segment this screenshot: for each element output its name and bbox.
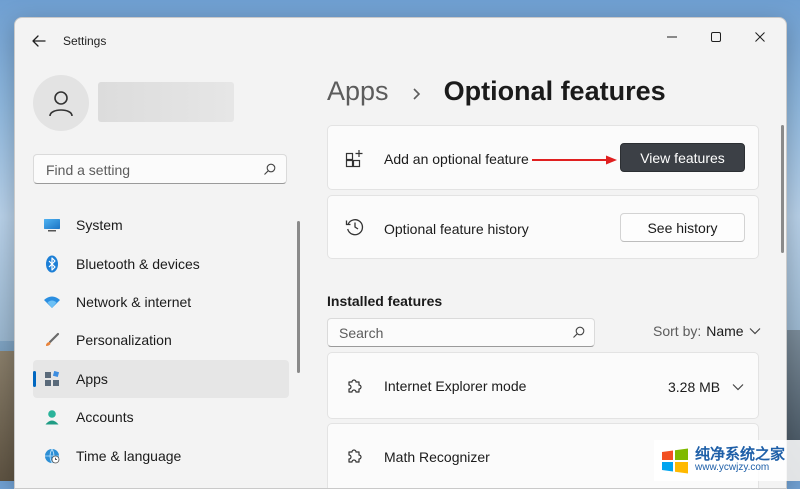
sidebar-item-time-language[interactable]: Time & language xyxy=(33,436,289,474)
close-icon xyxy=(755,32,765,42)
person-icon xyxy=(42,407,62,427)
puzzle-icon xyxy=(344,445,366,467)
maximize-button[interactable] xyxy=(699,24,733,50)
sidebar-item-label: Apps xyxy=(76,370,108,387)
sidebar-item-label: Bluetooth & devices xyxy=(76,255,200,272)
sort-value: Name xyxy=(706,323,744,339)
back-button[interactable] xyxy=(29,31,49,51)
history-label: Optional feature history xyxy=(384,221,529,237)
feature-size: 3.28 MB xyxy=(668,379,721,395)
sidebar-item-apps[interactable]: Apps xyxy=(33,359,289,398)
feature-history-card: Optional feature history See history xyxy=(327,195,759,259)
sort-label: Sort by: xyxy=(653,323,702,339)
sidebar-item-system[interactable]: System xyxy=(33,206,289,244)
feature-row[interactable]: Internet Explorer mode 3.28 MB xyxy=(327,352,759,419)
minimize-icon xyxy=(667,36,677,38)
user-icon xyxy=(49,91,73,117)
find-setting-field[interactable] xyxy=(44,161,258,179)
wifi-icon xyxy=(42,292,62,312)
feature-name: Internet Explorer mode xyxy=(384,378,527,394)
bluetooth-icon xyxy=(42,254,62,274)
brush-icon xyxy=(42,330,62,350)
feature-name: Math Recognizer xyxy=(384,449,490,465)
maximize-icon xyxy=(711,32,721,42)
sidebar-item-label: System xyxy=(76,217,123,234)
sidebar-item-bluetooth[interactable]: Bluetooth & devices xyxy=(33,244,289,282)
breadcrumb-parent[interactable]: Apps xyxy=(327,76,389,106)
chevron-down-icon[interactable] xyxy=(732,383,744,391)
content-scrollbar[interactable] xyxy=(781,125,784,253)
search-icon xyxy=(573,326,585,338)
watermark-url: www.ycwjzy.com xyxy=(695,462,770,474)
sidebar-scrollbar[interactable] xyxy=(297,221,300,373)
chevron-right-icon xyxy=(412,77,422,108)
installed-search-input[interactable] xyxy=(337,324,561,342)
see-history-button[interactable]: See history xyxy=(620,213,745,242)
sidebar-item-network[interactable]: Network & internet xyxy=(33,283,289,321)
sidebar-nav: System Bluetooth & devices Network & int… xyxy=(33,206,289,475)
sidebar-item-personalization[interactable]: Personalization xyxy=(33,321,289,359)
username-blurred xyxy=(98,82,234,122)
watermark: 纯净系统之家 www.ycwjzy.com xyxy=(654,440,800,481)
globe-clock-icon xyxy=(42,446,62,466)
installed-search-box[interactable] xyxy=(327,318,595,347)
windows-logo-icon xyxy=(662,448,688,473)
view-features-button[interactable]: View features xyxy=(620,143,745,172)
app-title: Settings xyxy=(63,34,107,48)
sort-dropdown[interactable]: Sort by: Name xyxy=(653,323,761,339)
minimize-button[interactable] xyxy=(655,24,689,50)
title-bar: Settings xyxy=(15,18,786,64)
sidebar-item-accounts[interactable]: Accounts xyxy=(33,398,289,436)
sidebar-item-label: Time & language xyxy=(76,447,182,464)
add-feature-label: Add an optional feature xyxy=(384,151,529,167)
active-indicator xyxy=(33,370,36,387)
search-icon xyxy=(264,163,276,175)
sidebar-item-label: Accounts xyxy=(76,409,134,426)
page-title: Optional features xyxy=(443,76,666,106)
history-icon xyxy=(344,216,366,238)
annotation-arrow-icon xyxy=(532,155,617,165)
avatar[interactable] xyxy=(33,75,89,131)
arrow-left-icon xyxy=(32,35,46,47)
add-feature-icon xyxy=(344,147,366,169)
watermark-name: 纯净系统之家 xyxy=(695,446,786,464)
installed-features-heading: Installed features xyxy=(327,293,443,309)
sidebar-item-label: Network & internet xyxy=(76,293,192,310)
puzzle-icon xyxy=(344,375,366,397)
apps-icon xyxy=(42,369,62,389)
find-setting-input[interactable] xyxy=(33,154,287,184)
settings-window: Settings System xyxy=(14,17,787,489)
breadcrumb: Apps Optional features xyxy=(327,76,666,108)
close-button[interactable] xyxy=(743,24,777,50)
chevron-down-icon xyxy=(749,328,761,335)
monitor-icon xyxy=(42,215,62,235)
sidebar-item-label: Personalization xyxy=(76,332,172,349)
